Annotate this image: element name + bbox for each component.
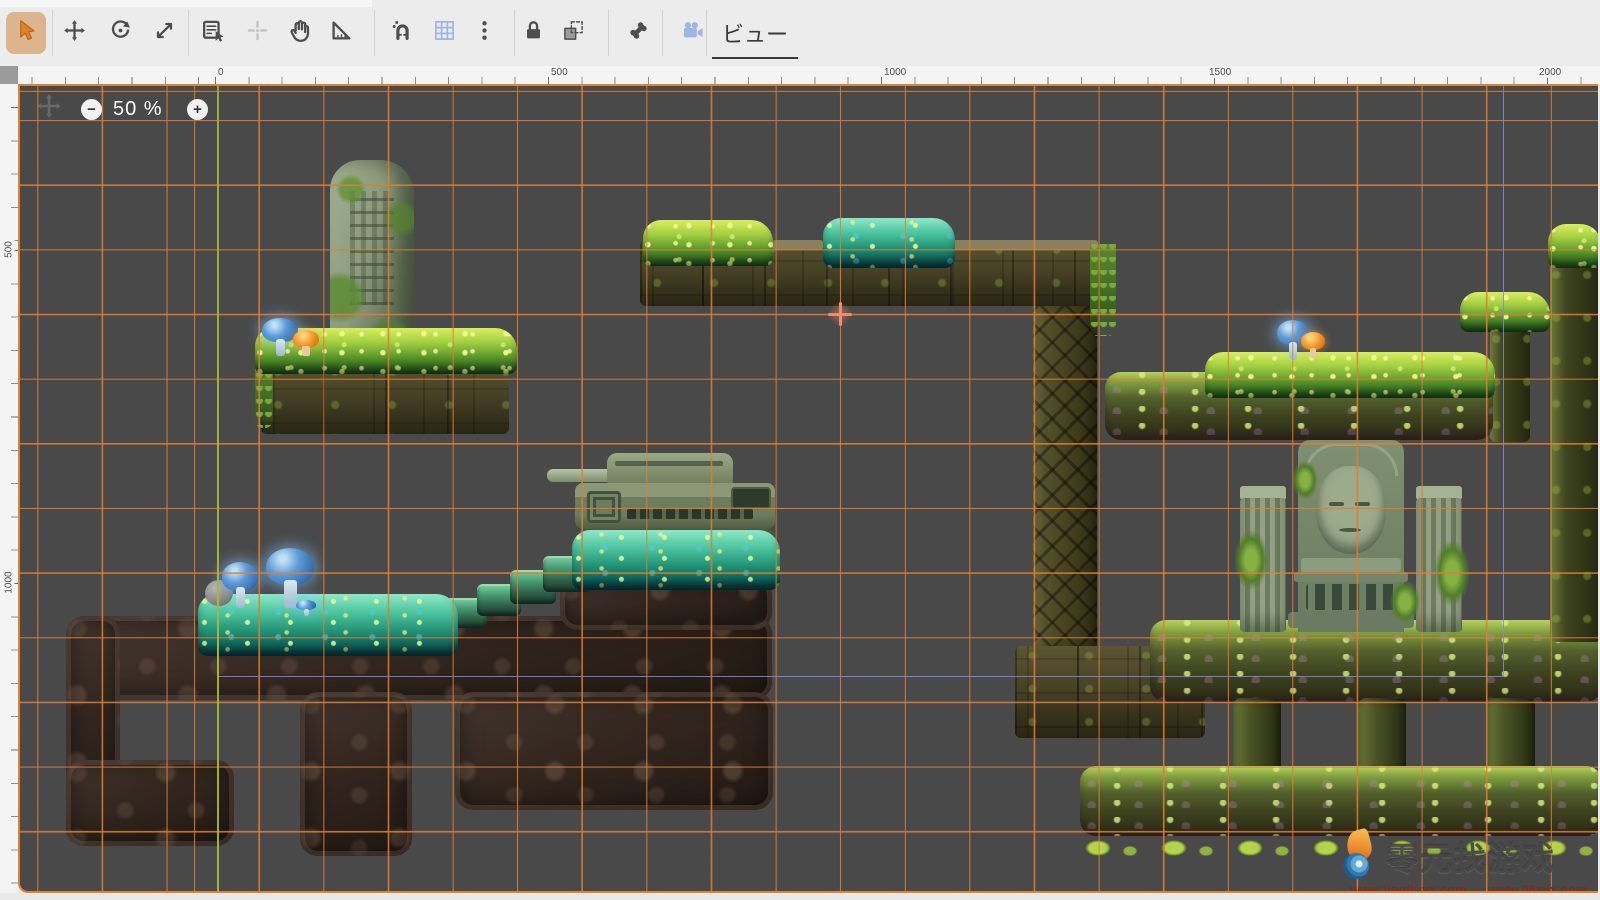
ruler-label: 1000 bbox=[882, 67, 908, 78]
cursor-arrow-icon bbox=[15, 19, 38, 47]
origin-cross-marker[interactable] bbox=[828, 302, 852, 326]
zoom-level-label[interactable]: 50 % bbox=[113, 98, 163, 121]
list-select-icon bbox=[202, 19, 225, 47]
viewport-canvas[interactable]: − 50 % + 零元找游戏 www.lingliuyx.com www.06z… bbox=[18, 84, 1598, 893]
watermark-title: 零元找游戏 bbox=[1386, 834, 1556, 880]
toolbar: ビュー bbox=[0, 0, 1600, 67]
move-arrows-icon bbox=[63, 19, 86, 47]
group-button[interactable] bbox=[553, 12, 593, 54]
pan-ghost-icon bbox=[36, 93, 62, 124]
sprite-stepped-column-tall[interactable] bbox=[1550, 262, 1598, 642]
ruler-label: 0 bbox=[216, 67, 226, 78]
sprite-stepped-grass-top[interactable] bbox=[1548, 224, 1598, 268]
sprite-cave-foot[interactable] bbox=[66, 760, 234, 846]
sprite-cave-mid-column[interactable] bbox=[300, 692, 412, 856]
ruler-label: 1000 bbox=[4, 567, 15, 599]
view-menu-underline bbox=[712, 57, 798, 59]
vertical-ruler[interactable]: 500 1000 bbox=[0, 84, 18, 893]
padlock-icon bbox=[522, 19, 545, 47]
ruler-corner bbox=[0, 66, 18, 84]
sprite-cave-right-mass[interactable] bbox=[455, 692, 773, 810]
zoom-in-button[interactable]: + bbox=[187, 99, 208, 120]
ruler-label: 500 bbox=[549, 67, 570, 78]
sprite-colonnade-pillar[interactable] bbox=[1358, 698, 1406, 774]
move-tool-button[interactable] bbox=[54, 12, 94, 54]
toolbar-separator bbox=[374, 10, 375, 56]
ruler-label: 500 bbox=[4, 234, 15, 266]
toolbar-separator bbox=[662, 10, 663, 56]
ruler-tool-button[interactable] bbox=[321, 12, 361, 54]
toolbar-separator bbox=[608, 10, 609, 56]
triangle-ruler-icon bbox=[330, 19, 353, 47]
ruler-label: 2000 bbox=[1537, 67, 1563, 78]
snap-options-menu-button[interactable] bbox=[464, 12, 504, 54]
grid-snap-toggle-button[interactable] bbox=[424, 12, 464, 54]
toolbar-separator bbox=[706, 10, 707, 56]
select-tool-button[interactable] bbox=[6, 12, 46, 54]
toolbar-separator bbox=[188, 10, 189, 56]
toolbar-top-strip bbox=[0, 0, 372, 7]
pan-tool-button[interactable] bbox=[279, 12, 319, 54]
edit-pivot-tool-button[interactable] bbox=[237, 12, 277, 54]
pivot-crosshair-icon bbox=[246, 19, 269, 47]
smart-snap-toggle-button[interactable] bbox=[382, 12, 422, 54]
sprite-colonnade-pillar[interactable] bbox=[1487, 698, 1535, 774]
watermark-logo-icon bbox=[1340, 830, 1378, 880]
film-camera-icon bbox=[681, 19, 704, 47]
horizontal-ruler[interactable]: 0 500 1000 1500 2000 bbox=[18, 66, 1600, 84]
zoom-out-button[interactable]: − bbox=[81, 99, 102, 120]
sprite-colonnade-pillar[interactable] bbox=[1233, 698, 1281, 774]
bone-icon bbox=[627, 19, 650, 47]
camera-viewport-rect bbox=[217, 84, 1504, 677]
watermark-url: www.lingliuyx.com bbox=[1350, 882, 1467, 893]
sprite-colonnade-beam-lower[interactable] bbox=[1080, 766, 1598, 836]
watermark-swirl bbox=[1343, 853, 1369, 879]
scale-tool-button[interactable] bbox=[144, 12, 184, 54]
ruler-label: 1500 bbox=[1207, 67, 1233, 78]
hand-icon bbox=[288, 19, 311, 47]
scale-arrows-icon bbox=[153, 19, 176, 47]
toolbar-separator bbox=[52, 10, 53, 56]
list-select-tool-button[interactable] bbox=[193, 12, 233, 54]
watermark-url: www.06zyx.com bbox=[1488, 882, 1587, 893]
x-zero-axis-line bbox=[217, 86, 219, 891]
skeleton-menu-button[interactable] bbox=[618, 12, 658, 54]
lock-button[interactable] bbox=[513, 12, 553, 54]
magnet-icon bbox=[391, 19, 414, 47]
grid-icon bbox=[433, 19, 456, 47]
rotate-arrow-icon bbox=[109, 19, 132, 47]
kebab-menu-icon bbox=[473, 19, 496, 47]
editor-window: ビュー 0 500 1000 1500 2000 500 1000 bbox=[0, 0, 1600, 900]
watermark: 零元找游戏 www.lingliuyx.com www.06zyx.com bbox=[1336, 830, 1598, 893]
bottom-chrome-strip bbox=[0, 893, 1600, 900]
view-menu-button[interactable]: ビュー bbox=[712, 11, 798, 55]
group-squares-icon bbox=[562, 19, 585, 47]
rotate-tool-button[interactable] bbox=[100, 12, 140, 54]
